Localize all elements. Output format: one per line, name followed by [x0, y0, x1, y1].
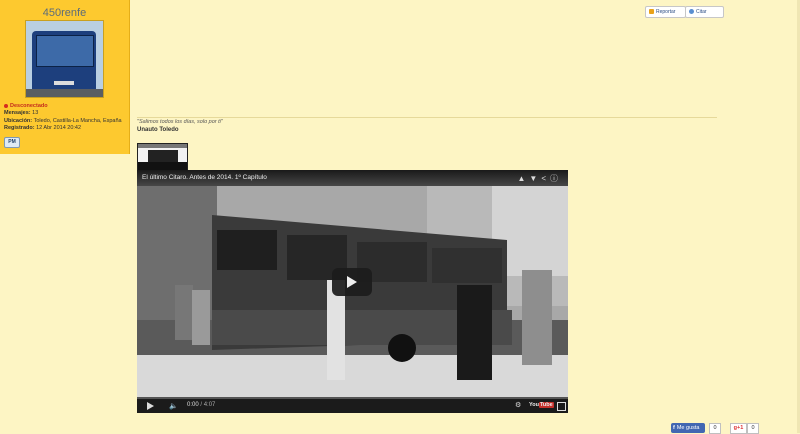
- video-header-actions: ▲▼<ⓘ: [517, 173, 562, 184]
- google-plus-button[interactable]: g+1: [730, 423, 747, 434]
- warning-icon: [649, 9, 654, 14]
- youtube-video-player[interactable]: El último Citaro. Antes de 2014. 1º Capí…: [137, 170, 568, 413]
- info-icon[interactable]: ⓘ: [550, 173, 562, 184]
- like-count: 0: [709, 423, 721, 434]
- pm-button[interactable]: PM: [4, 137, 20, 148]
- location-row: Ubicación: Toledo, Castilla-La Mancha, E…: [4, 117, 122, 124]
- user-profile-panel: 450renfe Desconectado Mensajes: 13 Ubica…: [0, 0, 130, 154]
- banner-bus: [148, 150, 178, 162]
- bus-plate: [54, 81, 74, 85]
- settings-gear-icon[interactable]: ⚙: [515, 401, 521, 409]
- username[interactable]: 450renfe: [0, 7, 129, 19]
- signature-banner-image[interactable]: [137, 143, 188, 172]
- video-title[interactable]: El último Citaro. Antes de 2014. 1º Capí…: [142, 174, 267, 181]
- user-info: Desconectado Mensajes: 13 Ubicación: Tol…: [4, 103, 122, 133]
- control-play-icon[interactable]: [147, 402, 154, 410]
- share-icon[interactable]: <: [541, 174, 550, 183]
- signature-divider: [137, 117, 717, 118]
- avatar[interactable]: [25, 20, 104, 98]
- video-controls: 🔈 0:00 / 4:07 ⚙ YouTube: [137, 397, 568, 413]
- volume-icon[interactable]: 🔈: [169, 402, 178, 410]
- messages-row: Mensajes: 13: [4, 110, 39, 117]
- quote-icon: [689, 9, 694, 14]
- time-display: 0:00 / 4:07: [187, 402, 216, 408]
- play-icon: [347, 276, 357, 288]
- banner-sky: [138, 144, 187, 148]
- report-button[interactable]: Reportar: [645, 6, 686, 18]
- facebook-icon: f: [673, 425, 675, 431]
- thumbs-down-icon[interactable]: ▼: [529, 174, 541, 183]
- gplus-count: 0: [747, 423, 759, 434]
- quote-button[interactable]: Citar: [685, 6, 724, 18]
- signature-quote: "Salimos todos los días, solo por ti": [137, 119, 223, 125]
- status-offline: Desconectado: [4, 103, 122, 110]
- fullscreen-icon[interactable]: [557, 402, 566, 411]
- status-dot-icon: [4, 103, 8, 108]
- facebook-like-button[interactable]: f Me gusta: [671, 423, 705, 433]
- youtube-logo[interactable]: YouTube: [529, 402, 554, 408]
- thumbs-up-icon[interactable]: ▲: [517, 174, 529, 183]
- video-header: El último Citaro. Antes de 2014. 1º Capí…: [137, 170, 568, 186]
- play-button[interactable]: [332, 268, 372, 296]
- road: [26, 89, 103, 97]
- signature-name: Unauto Toledo: [137, 127, 179, 133]
- progress-bar[interactable]: [137, 397, 568, 399]
- registered-row: Registrado: 12 Abr 2014 20:42: [4, 125, 82, 132]
- bus-window: [36, 35, 94, 67]
